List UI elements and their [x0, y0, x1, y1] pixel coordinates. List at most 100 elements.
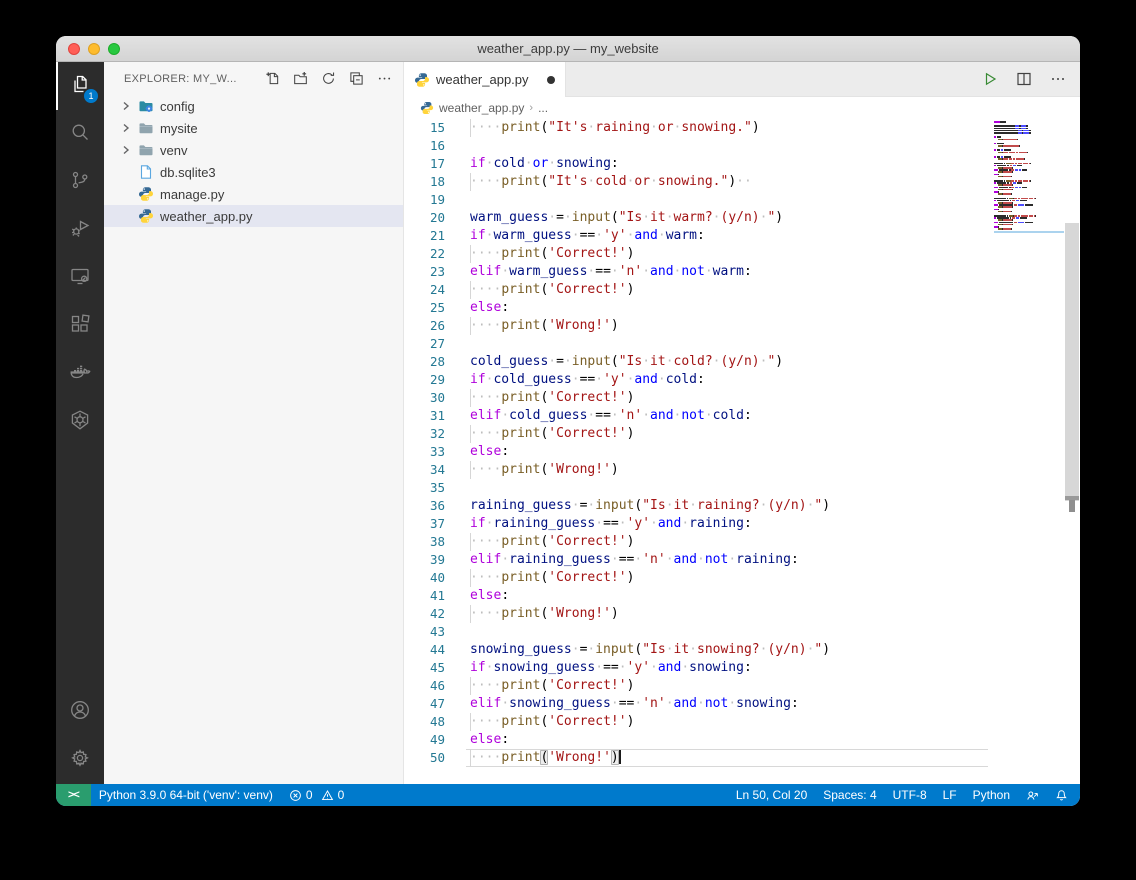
feedback-button[interactable] — [1018, 784, 1047, 806]
code-line[interactable]: 50····print('Wrong!') — [404, 749, 1080, 767]
code-line-content[interactable]: if·cold·or·snowing: — [470, 155, 988, 173]
code-line-content[interactable]: else: — [470, 731, 988, 749]
code-line-content[interactable]: ····print("It's·cold·or·snowing.")·· — [470, 173, 988, 191]
chevron-right-icon[interactable] — [118, 142, 134, 158]
code-line-content[interactable]: elif·raining_guess·==·'n'·and·not·rainin… — [470, 551, 988, 569]
breadcrumb-file[interactable]: weather_app.py — [439, 101, 524, 115]
activity-item-extensions[interactable] — [56, 302, 104, 350]
code-line-content[interactable]: ····print('Correct!') — [470, 533, 988, 551]
code-line-content[interactable] — [470, 191, 988, 209]
code-line[interactable]: 22····print('Correct!') — [404, 245, 1080, 263]
code-line[interactable]: 40····print('Correct!') — [404, 569, 1080, 587]
eol-status[interactable]: LF — [935, 784, 965, 806]
activity-item-explorer[interactable]: 1 — [56, 62, 104, 110]
code-line-content[interactable]: ····print('Correct!') — [470, 389, 988, 407]
code-line[interactable]: 24····print('Correct!') — [404, 281, 1080, 299]
code-line-content[interactable]: ····print('Correct!') — [470, 713, 988, 731]
code-line-content[interactable] — [470, 479, 988, 497]
tree-item-manage-py[interactable]: manage.py — [104, 183, 403, 205]
code-line[interactable]: 33else: — [404, 443, 1080, 461]
code-line-content[interactable]: snowing_guess·=·input("Is·it·snowing?·(y… — [470, 641, 988, 659]
code-line-content[interactable]: if·cold_guess·==·'y'·and·cold: — [470, 371, 988, 389]
code-line[interactable]: 41else: — [404, 587, 1080, 605]
language-mode-status[interactable]: Python — [965, 784, 1018, 806]
activity-item-run-debug[interactable] — [56, 206, 104, 254]
code-line[interactable]: 21if·warm_guess·==·'y'·and·warm: — [404, 227, 1080, 245]
tree-item-db-sqlite3[interactable]: db.sqlite3 — [104, 161, 403, 183]
code-line[interactable]: 34····print('Wrong!') — [404, 461, 1080, 479]
code-line[interactable]: 20warm_guess·=·input("Is·it·warm?·(y/n)·… — [404, 209, 1080, 227]
new-file-button[interactable] — [263, 70, 281, 88]
code-line-content[interactable] — [470, 623, 988, 641]
activity-item-search[interactable] — [56, 110, 104, 158]
code-line[interactable]: 49else: — [404, 731, 1080, 749]
code-line-content[interactable]: if·raining_guess·==·'y'·and·raining: — [470, 515, 988, 533]
code-line-content[interactable]: cold_guess·=·input("Is·it·cold?·(y/n)·") — [470, 353, 988, 371]
more-button[interactable] — [1048, 69, 1068, 89]
activity-item-remote-explorer[interactable] — [56, 254, 104, 302]
code-line-content[interactable]: if·warm_guess·==·'y'·and·warm: — [470, 227, 988, 245]
code-line-content[interactable]: elif·warm_guess·==·'n'·and·not·warm: — [470, 263, 988, 281]
tab-weather-app[interactable]: weather_app.py — [404, 62, 566, 97]
code-line[interactable]: 28cold_guess·=·input("Is·it·cold?·(y/n)·… — [404, 353, 1080, 371]
code-line[interactable]: 25else: — [404, 299, 1080, 317]
code-line[interactable]: 15····print("It's·raining·or·snowing.") — [404, 119, 1080, 137]
python-interpreter-status[interactable]: Python 3.9.0 64-bit ('venv': venv) — [91, 784, 281, 806]
modified-dot-icon[interactable] — [547, 76, 555, 84]
code-line[interactable]: 46····print('Correct!') — [404, 677, 1080, 695]
code-line[interactable]: 48····print('Correct!') — [404, 713, 1080, 731]
collapse-all-button[interactable] — [347, 70, 365, 88]
new-folder-button[interactable] — [291, 70, 309, 88]
code-line[interactable]: 45if·snowing_guess·==·'y'·and·snowing: — [404, 659, 1080, 677]
code-line[interactable]: 17if·cold·or·snowing: — [404, 155, 1080, 173]
activity-item-settings[interactable] — [56, 736, 104, 784]
code-line[interactable]: 38····print('Correct!') — [404, 533, 1080, 551]
code-line[interactable]: 27 — [404, 335, 1080, 353]
code-line-content[interactable]: ····print('Wrong!') — [470, 461, 988, 479]
more-button[interactable] — [375, 70, 393, 88]
code-line-content[interactable]: ····print('Correct!') — [470, 245, 988, 263]
code-line-content[interactable]: ····print('Wrong!') — [470, 749, 988, 767]
code-line-content[interactable]: else: — [470, 443, 988, 461]
code-line[interactable]: 19 — [404, 191, 1080, 209]
chevron-right-icon[interactable] — [118, 98, 134, 114]
tree-item-mysite[interactable]: mysite — [104, 117, 403, 139]
code-line[interactable]: 37if·raining_guess·==·'y'·and·raining: — [404, 515, 1080, 533]
code-line[interactable]: 29if·cold_guess·==·'y'·and·cold: — [404, 371, 1080, 389]
indentation-status[interactable]: Spaces: 4 — [815, 784, 884, 806]
split-editor-button[interactable] — [1014, 69, 1034, 89]
code-line-content[interactable]: warm_guess·=·input("Is·it·warm?·(y/n)·") — [470, 209, 988, 227]
cursor-position-status[interactable]: Ln 50, Col 20 — [728, 784, 815, 806]
code-line[interactable]: 43 — [404, 623, 1080, 641]
minimap[interactable] — [994, 121, 1064, 233]
problems-status[interactable]: 0 0 — [281, 784, 352, 806]
scrollbar-thumb[interactable] — [1065, 223, 1079, 501]
activity-item-docker[interactable] — [56, 350, 104, 398]
code-line-content[interactable]: else: — [470, 587, 988, 605]
code-line[interactable]: 30····print('Correct!') — [404, 389, 1080, 407]
tree-item-weather-app-py[interactable]: weather_app.py — [104, 205, 403, 227]
code-line-content[interactable]: ····print("It's·raining·or·snowing.") — [470, 119, 988, 137]
code-line[interactable]: 23elif·warm_guess·==·'n'·and·not·warm: — [404, 263, 1080, 281]
code-editor[interactable]: 15····print("It's·raining·or·snowing.") 1… — [404, 119, 1080, 784]
run-button[interactable] — [980, 69, 1000, 89]
activity-item-kubernetes[interactable] — [56, 398, 104, 446]
code-line-content[interactable]: elif·cold_guess·==·'n'·and·not·cold: — [470, 407, 988, 425]
chevron-right-icon[interactable] — [118, 120, 134, 136]
code-line-content[interactable]: ····print('Correct!') — [470, 569, 988, 587]
code-line[interactable]: 32····print('Correct!') — [404, 425, 1080, 443]
breadcrumb-more[interactable]: ... — [538, 101, 548, 115]
code-line[interactable]: 31elif·cold_guess·==·'n'·and·not·cold: — [404, 407, 1080, 425]
code-line-content[interactable]: ····print('Wrong!') — [470, 317, 988, 335]
code-line[interactable]: 18····print("It's·cold·or·snowing.")·· — [404, 173, 1080, 191]
code-line-content[interactable]: ····print('Correct!') — [470, 281, 988, 299]
refresh-button[interactable] — [319, 70, 337, 88]
remote-indicator[interactable]: >< — [56, 784, 91, 806]
activity-item-source-control[interactable] — [56, 158, 104, 206]
encoding-status[interactable]: UTF-8 — [885, 784, 935, 806]
code-line-content[interactable] — [470, 335, 988, 353]
code-line-content[interactable]: if·snowing_guess·==·'y'·and·snowing: — [470, 659, 988, 677]
code-line-content[interactable]: raining_guess·=·input("Is·it·raining?·(y… — [470, 497, 988, 515]
code-line-content[interactable]: ····print('Correct!') — [470, 677, 988, 695]
code-line[interactable]: 42····print('Wrong!') — [404, 605, 1080, 623]
